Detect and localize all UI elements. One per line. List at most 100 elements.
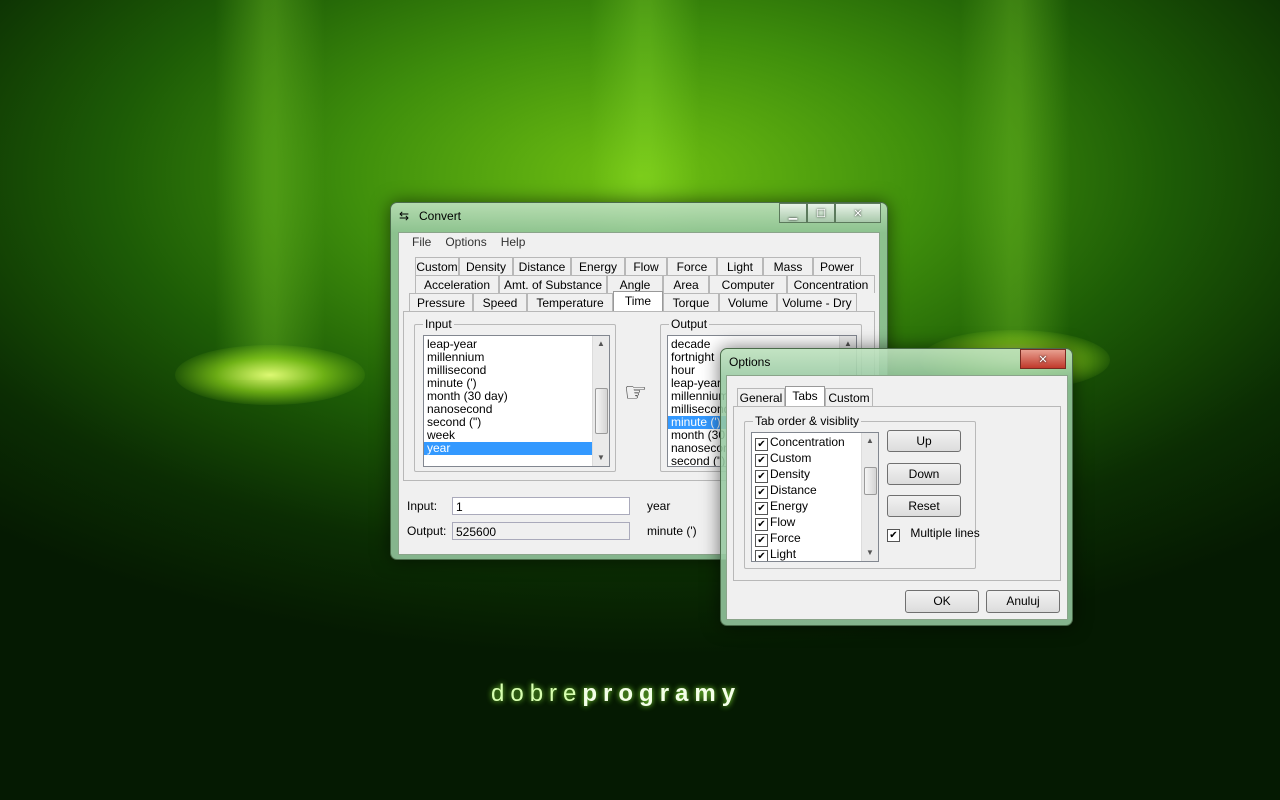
options-tab-custom[interactable]: Custom [825, 388, 873, 406]
multiple-lines-label: Multiple lines [910, 526, 980, 540]
tab-visibility-item[interactable]: ✔ Light [752, 546, 862, 561]
wallpaper-glow [175, 345, 365, 405]
scroll-down-arrow-icon[interactable]: ▼ [862, 545, 878, 561]
close-button[interactable]: ✕ [835, 203, 881, 223]
down-button[interactable]: Down [887, 463, 961, 485]
tab-force[interactable]: Force [667, 257, 717, 275]
cancel-button[interactable]: Anuluj [986, 590, 1060, 613]
tab-amt-of-substance[interactable]: Amt. of Substance [499, 275, 607, 293]
tab-visibility-item-label: Force [770, 531, 801, 545]
scroll-thumb[interactable] [864, 467, 877, 495]
tab-volume-dry[interactable]: Volume - Dry [777, 293, 857, 311]
options-title: Options [729, 355, 771, 369]
tab-visibility-items: ✔ Concentration ✔ Custom ✔ Density ✔ Distance ✔ E… [752, 434, 862, 561]
maximize-button[interactable]: ☐ [807, 203, 835, 223]
tab-visibility-item[interactable]: ✔ Density [752, 466, 862, 483]
menu-bar: File Options Help [399, 233, 879, 251]
tab-visibility-scrollbar[interactable]: ▲ ▼ [861, 433, 878, 561]
tab-visibility-item-label: Density [770, 467, 811, 481]
tab-acceleration[interactable]: Acceleration [415, 275, 499, 293]
convert-arrows-icon: ⇆ [399, 209, 410, 223]
output-group-label: Output [669, 317, 710, 331]
ok-button[interactable]: OK [905, 590, 979, 613]
tab-visibility-item[interactable]: ✔ Force [752, 530, 862, 547]
tab-torque[interactable]: Torque [663, 293, 719, 311]
input-list-items: leap-year millennium millisecond minute (')… [424, 338, 593, 455]
scroll-thumb[interactable] [595, 388, 608, 434]
menu-options[interactable]: Options [438, 233, 493, 251]
input-group-label: Input [423, 317, 454, 331]
tab-row-3: Pressure Speed Temperature Time Torque V… [409, 291, 857, 311]
multiple-lines-checkbox[interactable]: ✔ Multiple lines [887, 526, 980, 542]
tab-visibility-item[interactable]: ✔ Concentration [752, 434, 862, 451]
tab-visibility-item[interactable]: ✔ Custom [752, 450, 862, 467]
input-unit-list[interactable]: leap-year millennium millisecond minute (')… [423, 335, 610, 467]
input-label: Input: [407, 499, 438, 513]
tab-light[interactable]: Light [717, 257, 763, 275]
close-icon: ✕ [853, 207, 863, 220]
wallpaper-light-tube [960, 0, 1070, 380]
tab-area[interactable]: Area [663, 275, 709, 293]
scroll-down-arrow-icon[interactable]: ▼ [593, 450, 609, 466]
options-tab-tabs[interactable]: Tabs [785, 386, 825, 406]
options-tab-general[interactable]: General [737, 388, 785, 406]
checkbox-icon[interactable]: ✔ [755, 550, 768, 561]
options-tab-panel: Tab order & visiblity ✔ Concentration ✔ Cus… [733, 406, 1061, 581]
input-groupbox: Input leap-year millennium millisecond minu… [414, 317, 616, 472]
reset-button[interactable]: Reset [887, 495, 961, 517]
input-list-scrollbar[interactable]: ▲ ▼ [592, 336, 609, 466]
tab-speed[interactable]: Speed [473, 293, 527, 311]
convert-title: Convert [419, 209, 462, 223]
tab-visibility-item[interactable]: ✔ Flow [752, 514, 862, 531]
options-client-area: General Tabs Custom Tab order & visiblit… [726, 375, 1068, 620]
convert-titlebar[interactable]: ⇆ Convert ▁ ☐ ✕ [391, 203, 887, 229]
tab-visibility-item[interactable]: ✔ Distance [752, 482, 862, 499]
menu-file[interactable]: File [405, 233, 438, 251]
tab-mass[interactable]: Mass [763, 257, 813, 275]
scroll-up-arrow-icon[interactable]: ▲ [862, 433, 878, 449]
close-icon: ✕ [1038, 353, 1048, 366]
menu-help[interactable]: Help [494, 233, 533, 251]
tab-power[interactable]: Power [813, 257, 861, 275]
up-button[interactable]: Up [887, 430, 961, 452]
tab-visibility-item-label: Flow [770, 515, 796, 529]
options-dialog: Options ✕ General Tabs Custom Tab order … [720, 348, 1073, 626]
tab-visibility-item-label: Distance [770, 483, 817, 497]
output-unit-label: minute (') [647, 524, 697, 538]
checkmark-icon: ✔ [887, 529, 900, 542]
tab-visibility-item-label: Concentration [770, 435, 845, 449]
minimize-icon: ▁ [788, 207, 798, 220]
tab-volume[interactable]: Volume [719, 293, 777, 311]
wallpaper-light-tube [215, 0, 325, 380]
tab-concentration[interactable]: Concentration [787, 275, 875, 293]
tab-order-groupbox: Tab order & visiblity ✔ Concentration ✔ Cus… [744, 414, 980, 569]
input-value-field[interactable]: 1 [452, 497, 630, 515]
scroll-up-arrow-icon[interactable]: ▲ [593, 336, 609, 352]
tab-temperature[interactable]: Temperature [527, 293, 613, 311]
tab-flow[interactable]: Flow [625, 257, 667, 275]
options-close-button[interactable]: ✕ [1020, 349, 1066, 369]
tab-time[interactable]: Time [613, 291, 663, 311]
tab-visibility-item-label: Light [770, 547, 797, 561]
tab-visibility-list[interactable]: ✔ Concentration ✔ Custom ✔ Density ✔ Distance ✔ E… [751, 432, 879, 562]
tab-visibility-item-label: Custom [770, 451, 812, 465]
tab-custom[interactable]: Custom [415, 257, 459, 275]
options-titlebar[interactable]: Options ✕ [721, 349, 1072, 375]
tab-visibility-item[interactable]: ✔ Energy [752, 498, 862, 515]
output-value-field: 525600 [452, 522, 630, 540]
tab-energy[interactable]: Energy [571, 257, 625, 275]
tab-density[interactable]: Density [459, 257, 513, 275]
options-tab-row: General Tabs Custom [737, 386, 873, 406]
list-item[interactable]: year [424, 442, 593, 455]
tab-distance[interactable]: Distance [513, 257, 571, 275]
tab-order-group-label: Tab order & visiblity [753, 414, 862, 428]
tab-visibility-item-label: Energy [770, 499, 809, 513]
convert-pointer-icon: ☞ [624, 377, 648, 407]
tab-computer[interactable]: Computer [709, 275, 787, 293]
input-unit-label: year [647, 499, 671, 513]
minimize-button[interactable]: ▁ [779, 203, 807, 223]
maximize-icon: ☐ [816, 207, 826, 220]
desktop-brand-logo: dobreprogramy [491, 680, 742, 707]
tab-pressure[interactable]: Pressure [409, 293, 473, 311]
output-label: Output: [407, 524, 447, 538]
